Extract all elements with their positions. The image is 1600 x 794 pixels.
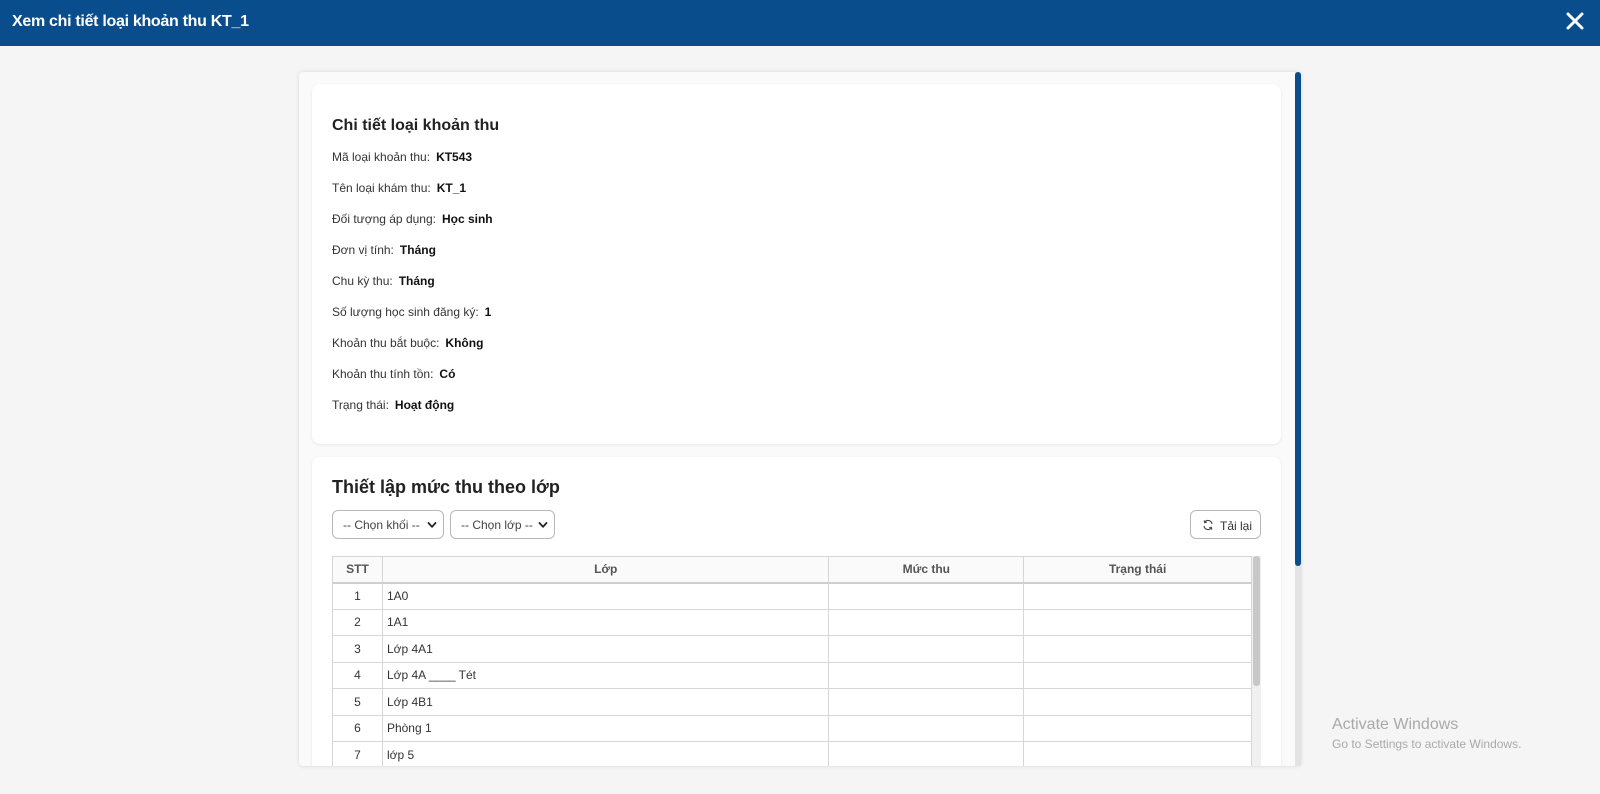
cell-fee — [828, 661, 1025, 689]
field-value: Không — [445, 336, 484, 350]
cell-status — [1023, 608, 1252, 636]
field-label: Chu kỳ thu: — [332, 274, 393, 288]
field-value: 1 — [484, 305, 492, 319]
table-row: 5 Lớp 4B1 — [332, 688, 1252, 716]
field-unit: Đơn vị tính: Tháng — [332, 243, 436, 257]
field-value: Có — [439, 367, 456, 381]
reload-label: Tải lại — [1220, 519, 1253, 533]
cell-fee — [828, 688, 1025, 716]
field-student-count: Số lượng học sinh đăng ký: 1 — [332, 305, 491, 319]
field-mandatory: Khoản thu bắt buộc: Không — [332, 336, 483, 350]
field-label: Trạng thái: — [332, 398, 389, 412]
field-label: Khoản thu bắt buộc: — [332, 336, 440, 350]
field-carryover: Khoản thu tính tồn: Có — [332, 367, 455, 381]
cell-stt: 7 — [332, 741, 383, 766]
field-target: Đối tượng áp dụng: Học sinh — [332, 212, 493, 226]
field-label: Đơn vị tính: — [332, 243, 394, 257]
cell-stt: 3 — [332, 635, 383, 663]
grade-select[interactable]: -- Chọn khối -- — [332, 510, 444, 539]
modal-scrollbar-thumb[interactable] — [1295, 72, 1301, 566]
field-label: Số lượng học sinh đăng ký: — [332, 305, 479, 319]
field-cycle: Chu kỳ thu: Tháng — [332, 274, 435, 288]
field-value: Tháng — [399, 243, 436, 257]
field-label: Đối tượng áp dụng: — [332, 212, 436, 226]
cell-status — [1023, 582, 1252, 610]
cell-class: Lớp 4A1 — [381, 635, 830, 663]
cell-stt: 5 — [332, 688, 383, 716]
details-card: Chi tiết loại khoản thu Mã loại khoản th… — [312, 84, 1281, 444]
reload-button[interactable]: Tải lại — [1190, 510, 1261, 539]
table-row: 7 lớp 5 — [332, 741, 1252, 766]
cell-status — [1023, 635, 1252, 663]
field-status: Trạng thái: Hoạt động — [332, 398, 454, 412]
modal-header: Xem chi tiết loại khoản thu KT_1 — [0, 0, 1600, 46]
cell-class: Phòng 1 — [381, 714, 830, 742]
watermark-title: Activate Windows — [1332, 716, 1459, 733]
grade-select-value: -- Chọn khối -- — [343, 518, 420, 532]
field-value: Tháng — [398, 274, 435, 288]
cell-class: lớp 5 — [381, 741, 830, 766]
table-scrollbar-thumb[interactable] — [1253, 556, 1260, 686]
modal-body: Chi tiết loại khoản thu Mã loại khoản th… — [299, 72, 1301, 766]
cell-status — [1023, 688, 1252, 716]
fee-table: STT Lớp Mức thu Trạng thái 1 1A0 2 1A1 3… — [332, 556, 1252, 766]
column-header-stt: STT — [332, 556, 383, 584]
cell-fee — [828, 582, 1025, 610]
class-select[interactable]: -- Chọn lớp -- — [450, 510, 555, 539]
field-value: Hoạt động — [394, 398, 455, 412]
close-button[interactable] — [1562, 8, 1588, 34]
fee-settings-card: Thiết lập mức thu theo lớp -- Chọn khối … — [312, 457, 1281, 766]
table-row: 2 1A1 — [332, 608, 1252, 636]
cell-stt: 2 — [332, 608, 383, 636]
field-code: Mã loại khoản thu: KT543 — [332, 150, 472, 164]
cell-class: 1A1 — [381, 608, 830, 636]
cell-stt: 4 — [332, 661, 383, 689]
field-value: Học sinh — [441, 212, 493, 226]
table-scrollbar[interactable] — [1252, 556, 1261, 766]
cell-class: Lớp 4A ____ Tét — [381, 661, 830, 689]
cell-class: Lớp 4B1 — [381, 688, 830, 716]
fee-table-container[interactable]: STT Lớp Mức thu Trạng thái 1 1A0 2 1A1 3… — [332, 556, 1261, 766]
column-header-status: Trạng thái — [1023, 556, 1252, 584]
cell-class: 1A0 — [381, 582, 830, 610]
settings-heading: Thiết lập mức thu theo lớp — [332, 477, 560, 497]
field-label: Khoản thu tính tồn: — [332, 367, 434, 381]
cell-status — [1023, 714, 1252, 742]
table-row: 6 Phòng 1 — [332, 714, 1252, 742]
chevron-down-icon — [427, 522, 437, 528]
column-header-class: Lớp — [381, 556, 830, 584]
table-row: 3 Lớp 4A1 — [332, 635, 1252, 663]
cell-fee — [828, 714, 1025, 742]
field-name: Tên loại khám thu: KT_1 — [332, 181, 466, 195]
table-header-row: STT Lớp Mức thu Trạng thái — [332, 556, 1252, 584]
windows-activation-watermark: Activate Windows Go to Settings to activ… — [1332, 716, 1521, 751]
column-header-fee: Mức thu — [828, 556, 1025, 584]
modal-title: Xem chi tiết loại khoản thu KT_1 — [12, 13, 249, 30]
table-row: 4 Lớp 4A ____ Tét — [332, 661, 1252, 689]
cell-fee — [828, 635, 1025, 663]
field-value: KT_1 — [436, 181, 467, 195]
field-label: Mã loại khoản thu: — [332, 150, 431, 164]
close-icon — [1566, 12, 1584, 30]
cell-status — [1023, 741, 1252, 766]
cell-fee — [828, 608, 1025, 636]
table-row: 1 1A0 — [332, 582, 1252, 610]
cell-stt: 6 — [332, 714, 383, 742]
modal-scrollbar[interactable] — [1295, 72, 1301, 766]
details-heading: Chi tiết loại khoản thu — [332, 117, 500, 134]
field-value: KT543 — [436, 150, 473, 164]
refresh-icon — [1203, 519, 1213, 531]
watermark-subtitle: Go to Settings to activate Windows. — [1332, 737, 1522, 751]
cell-fee — [828, 741, 1025, 766]
cell-status — [1023, 661, 1252, 689]
cell-stt: 1 — [332, 582, 383, 610]
field-label: Tên loại khám thu: — [332, 181, 431, 195]
chevron-down-icon — [538, 522, 548, 528]
class-select-value: -- Chọn lớp -- — [461, 518, 533, 532]
